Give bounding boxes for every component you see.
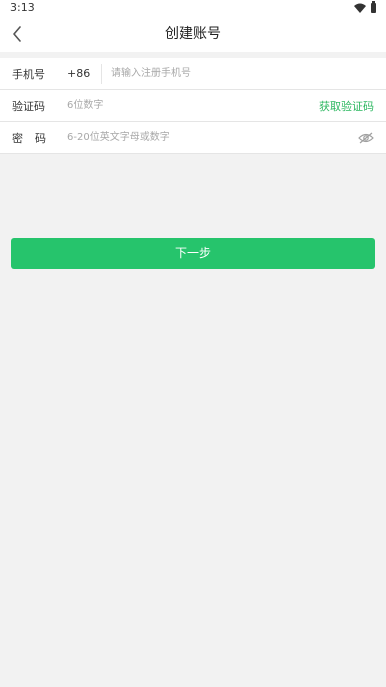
password-row: 密码 — [0, 122, 386, 154]
wifi-icon — [354, 3, 366, 13]
status-time: 3:13 — [10, 1, 35, 14]
password-input[interactable] — [67, 127, 358, 148]
password-visibility-toggle[interactable] — [358, 132, 374, 144]
nav-bar: 创建账号 — [0, 16, 386, 52]
page-title: 创建账号 — [165, 26, 221, 42]
code-row: 验证码 获取验证码 — [0, 90, 386, 122]
password-label: 密码 — [12, 131, 58, 145]
country-code[interactable]: +86 — [67, 63, 102, 84]
status-bar: 3:13 — [0, 0, 386, 16]
eye-off-icon — [358, 132, 374, 143]
status-icons — [354, 1, 376, 14]
phone-input[interactable] — [102, 63, 374, 84]
register-form: 手机号 +86 验证码 获取验证码 密码 — [0, 58, 386, 154]
phone-label: 手机号 — [12, 67, 45, 81]
next-step-button[interactable]: 下一步 — [11, 238, 375, 269]
phone-row: 手机号 +86 — [0, 58, 386, 90]
battery-icon — [371, 1, 376, 13]
get-code-button[interactable]: 获取验证码 — [319, 98, 374, 114]
code-input[interactable] — [67, 95, 319, 116]
code-label: 验证码 — [12, 99, 45, 113]
